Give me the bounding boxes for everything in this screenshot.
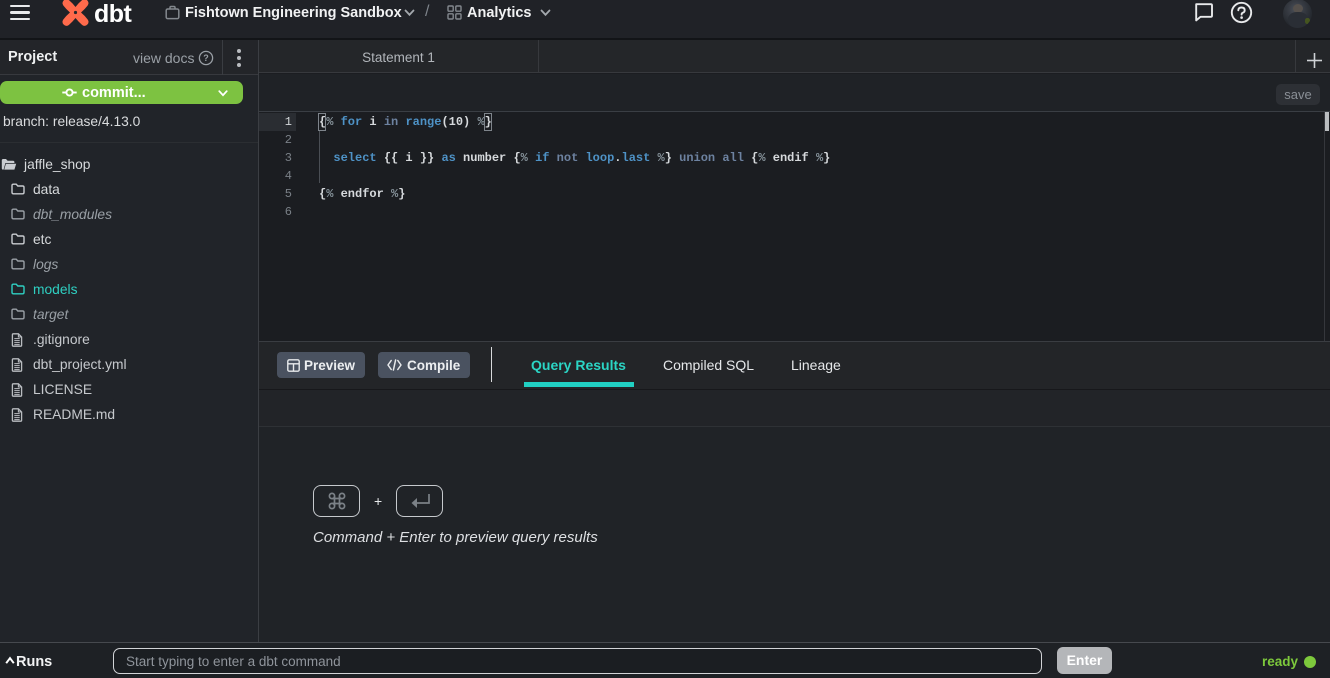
svg-text:?: ? bbox=[203, 53, 209, 63]
